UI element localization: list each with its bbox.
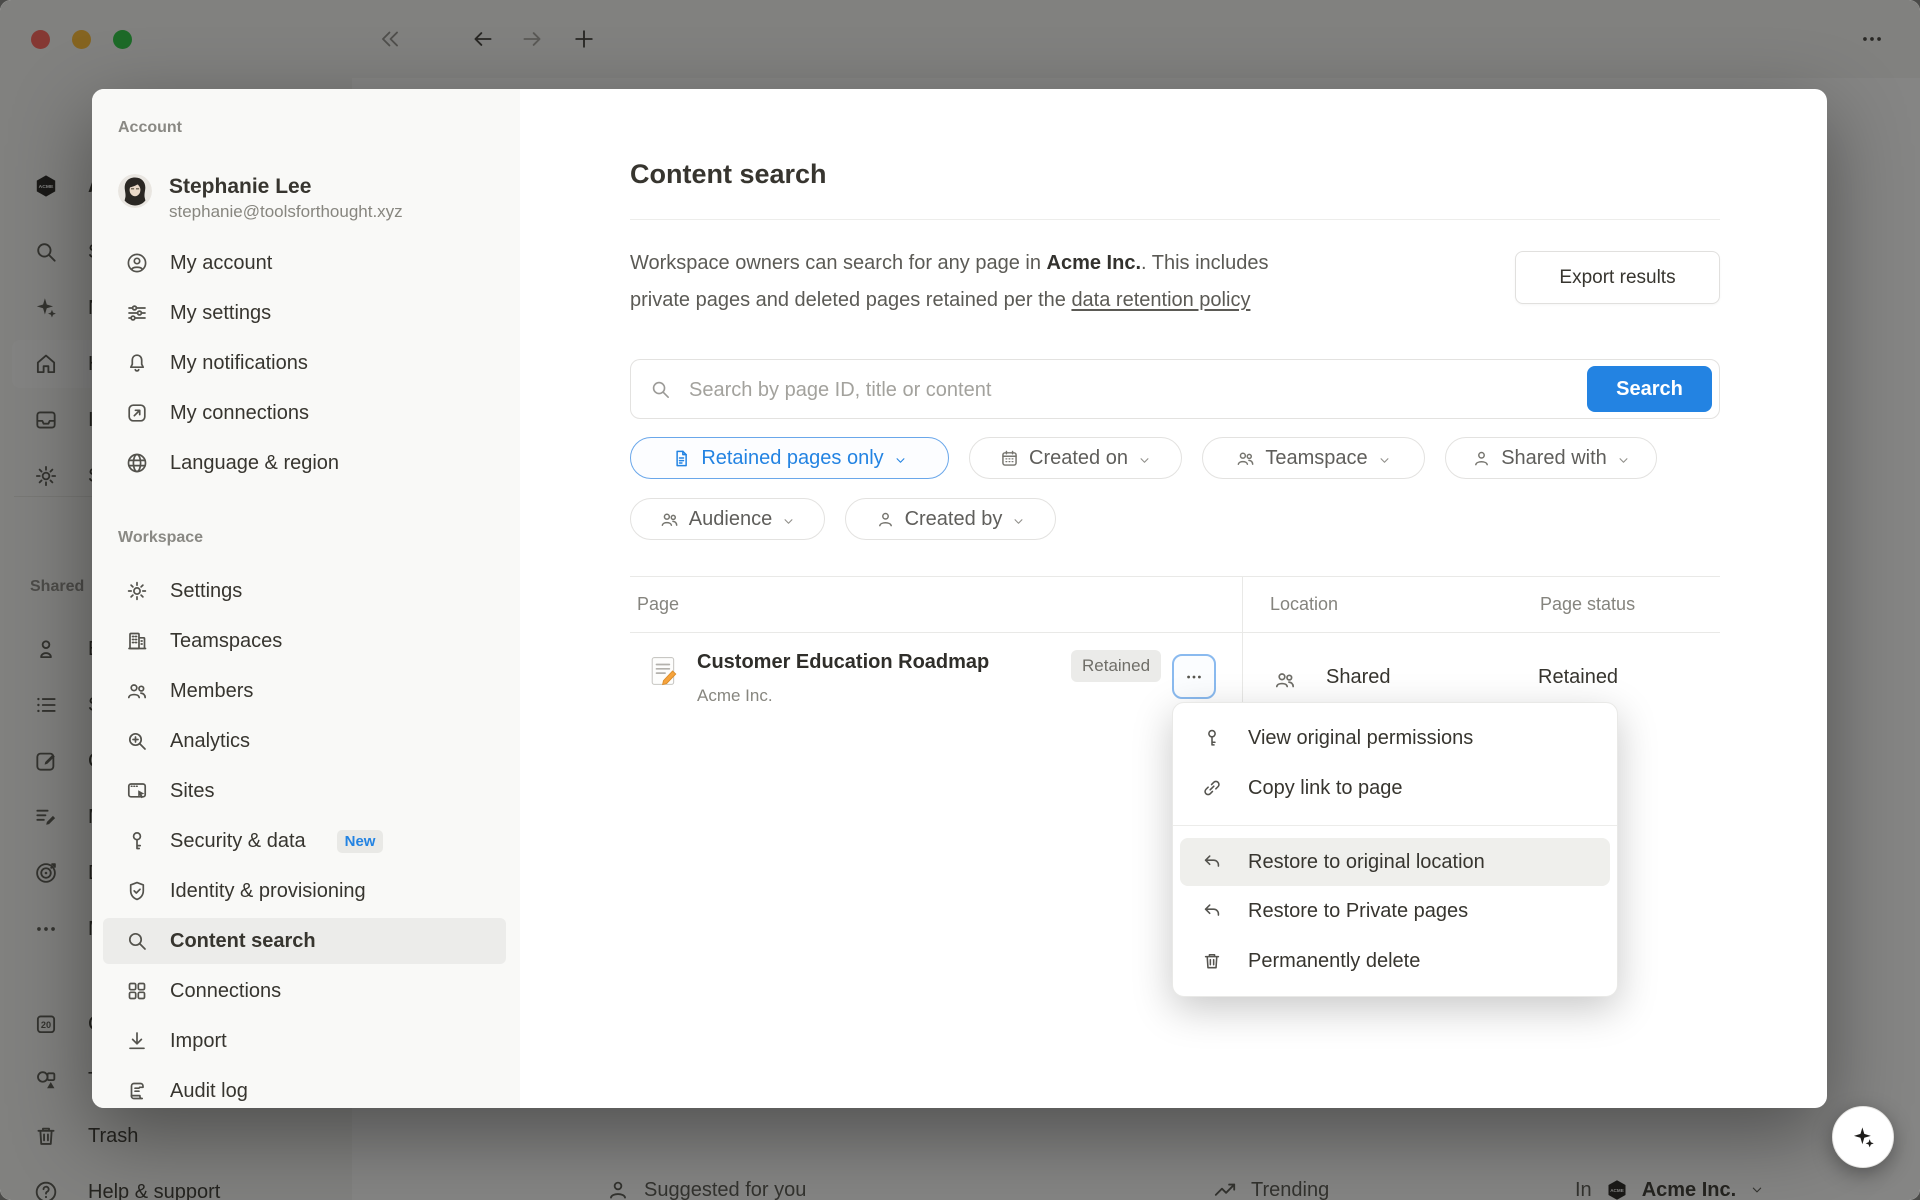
filter-chip-label: Shared with — [1501, 447, 1607, 470]
result-page-status: Retained — [1538, 666, 1618, 689]
filter-chip[interactable]: Retained pages only — [630, 437, 949, 479]
search-icon — [649, 378, 672, 401]
filter-chip[interactable]: Audience — [630, 498, 825, 540]
table-top-divider — [630, 576, 1720, 577]
context-menu-item[interactable]: Permanently delete — [1180, 936, 1610, 986]
filter-chip-label: Audience — [689, 508, 772, 531]
title-divider — [630, 219, 1720, 220]
export-results-button[interactable]: Export results — [1515, 251, 1720, 304]
context-menu-item-label: Restore to Private pages — [1248, 900, 1468, 923]
chevron-down-icon — [893, 451, 908, 466]
column-header-page: Page — [637, 594, 679, 615]
filter-chip-icon — [875, 509, 896, 530]
sparkles-icon — [1850, 1124, 1877, 1151]
filter-chip-label: Created on — [1029, 447, 1128, 470]
retained-badge: Retained — [1071, 650, 1161, 682]
filter-chip-icon — [999, 448, 1020, 469]
context-menu-group-1: View original permissions Copy link to p… — [1173, 713, 1617, 813]
result-page-subtitle: Acme Inc. — [697, 686, 773, 706]
filter-chips-row1: Retained pages only Created on Teamspace… — [630, 437, 1657, 479]
context-menu-divider — [1173, 825, 1617, 826]
app-window: ACME Acme Inc. Search Notion AI Home Inb… — [0, 0, 1920, 1200]
filter-chip-label: Retained pages only — [701, 447, 883, 470]
column-header-location: Location — [1270, 594, 1338, 615]
context-menu-item[interactable]: View original permissions — [1180, 713, 1610, 763]
result-location: Shared — [1326, 666, 1391, 689]
result-page-title[interactable]: Customer Education Roadmap — [697, 651, 989, 674]
context-menu-item-icon — [1201, 851, 1223, 873]
context-menu-item-icon — [1201, 950, 1223, 972]
page-title: Content search — [630, 159, 827, 190]
shared-people-icon — [1273, 668, 1297, 692]
settings-content: Content search Workspace owners can sear… — [92, 89, 1827, 1108]
chevron-down-icon — [1616, 451, 1631, 466]
column-header-page-status: Page status — [1540, 594, 1635, 615]
context-menu-item[interactable]: Copy link to page — [1180, 763, 1610, 813]
filter-chip-label: Teamspace — [1265, 447, 1367, 470]
search-input[interactable] — [687, 361, 1571, 419]
search-button[interactable]: Search — [1587, 366, 1712, 412]
filter-chip-icon — [1235, 448, 1256, 469]
filter-chips-row2: Audience Created by — [630, 498, 1056, 540]
context-menu-item[interactable]: Restore to original location — [1180, 838, 1610, 886]
search-bar: Search — [630, 359, 1720, 419]
context-menu-item-label: View original permissions — [1248, 727, 1473, 750]
context-menu-item-label: Permanently delete — [1248, 950, 1420, 973]
chevron-down-icon — [1137, 451, 1152, 466]
data-retention-policy-link[interactable]: data retention policy — [1071, 289, 1250, 311]
filter-chip-icon — [659, 509, 680, 530]
table-column-divider — [1242, 576, 1243, 719]
chevron-down-icon — [781, 512, 796, 527]
filter-chip-label: Created by — [905, 508, 1003, 531]
context-menu-item-icon — [1201, 727, 1223, 749]
row-more-button[interactable] — [1172, 654, 1216, 699]
row-context-menu: View original permissions Copy link to p… — [1172, 702, 1618, 997]
context-menu-item-label: Restore to original location — [1248, 851, 1485, 874]
context-menu-item-icon — [1201, 777, 1223, 799]
filter-chip[interactable]: Created on — [969, 437, 1182, 479]
filter-chip-icon — [1471, 448, 1492, 469]
chevron-down-icon — [1011, 512, 1026, 527]
notion-ai-button[interactable] — [1832, 1106, 1894, 1168]
context-menu-group-2: Restore to original location Restore to … — [1173, 838, 1617, 986]
dots-horizontal-icon — [1184, 667, 1204, 687]
filter-chip-icon — [671, 448, 692, 469]
filter-chip[interactable]: Teamspace — [1202, 437, 1425, 479]
page-description: Workspace owners can search for any page… — [630, 245, 1480, 319]
workspace-name-bold: Acme Inc. — [1047, 252, 1141, 274]
context-menu-item-label: Copy link to page — [1248, 777, 1403, 800]
context-menu-item-icon — [1201, 900, 1223, 922]
filter-chip[interactable]: Shared with — [1445, 437, 1657, 479]
filter-chip[interactable]: Created by — [845, 498, 1056, 540]
table-header-divider — [630, 632, 1720, 633]
page-document-icon — [649, 655, 679, 688]
context-menu-item[interactable]: Restore to Private pages — [1180, 886, 1610, 936]
chevron-down-icon — [1377, 451, 1392, 466]
settings-modal: Account Stephanie Lee stephanie@toolsfor… — [92, 89, 1827, 1108]
